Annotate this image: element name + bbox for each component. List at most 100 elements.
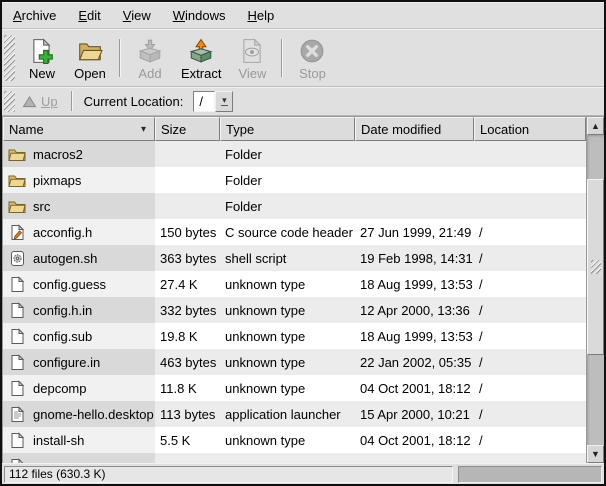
table-row[interactable]: srcFolder xyxy=(3,193,586,219)
menu-archive[interactable]: Archive xyxy=(2,4,67,27)
file-name: pixmaps xyxy=(33,173,81,188)
menu-edit[interactable]: Edit xyxy=(67,4,111,27)
vertical-scrollbar[interactable]: ▲ ▼ xyxy=(586,117,604,463)
view-file-icon xyxy=(239,38,265,64)
cell-size: 150 bytes xyxy=(155,219,220,245)
cell-type: unknown type xyxy=(220,427,355,453)
file-icon xyxy=(8,302,26,319)
chevron-down-icon: ▾ xyxy=(222,97,227,104)
cell-type: Folder xyxy=(220,167,355,193)
table-row[interactable]: autogen.sh363 bytesshell script19 Feb 19… xyxy=(3,245,586,271)
add-button: Add xyxy=(126,33,174,83)
cell-type: unknown type xyxy=(220,375,355,401)
cell-location xyxy=(474,193,586,219)
cell-date: 22 Jan 2002, 05:35 xyxy=(355,349,474,375)
scroll-up-button[interactable]: ▲ xyxy=(587,117,604,135)
column-header-name[interactable]: Name▾ xyxy=(3,117,155,141)
table-row[interactable]: depcomp11.8 Kunknown type04 Oct 2001, 18… xyxy=(3,375,586,401)
folder-icon xyxy=(8,198,26,215)
cell-type: shell script xyxy=(220,245,355,271)
scroll-down-button[interactable]: ▼ xyxy=(587,445,604,463)
file-name: configure.in xyxy=(33,355,100,370)
scrollbar-thumb[interactable] xyxy=(587,179,604,355)
cell-size xyxy=(155,141,220,167)
cell-name: gnome-hello.desktop xyxy=(3,401,155,427)
file-name: src xyxy=(33,199,50,214)
table-row-partial[interactable] xyxy=(3,453,586,463)
scrollbar-trough[interactable] xyxy=(587,135,604,445)
toolbar-button-label: View xyxy=(238,66,266,81)
table-row[interactable]: config.h.in332 bytesunknown type12 Apr 2… xyxy=(3,297,586,323)
cell-date: 04 Oct 2001, 18:12 xyxy=(355,427,474,453)
file-list-area: Name▾ Size Type Date modified Location macro… xyxy=(2,116,604,463)
cell-name: config.guess xyxy=(3,271,155,297)
table-row[interactable]: macros2 Folder xyxy=(3,141,586,167)
column-header-label: Date modified xyxy=(361,122,441,137)
table-row[interactable]: acconfig.h150 bytesC source code header2… xyxy=(3,219,586,245)
menu-view[interactable]: View xyxy=(112,4,162,27)
stop-button: Stop xyxy=(288,33,336,83)
toolbar-separator xyxy=(119,39,121,77)
cell-location: / xyxy=(474,375,586,401)
cell-type: unknown type xyxy=(220,349,355,375)
file-table: Name▾ Size Type Date modified Location macro… xyxy=(3,117,586,463)
location-bar: Up Current Location: / ▾ xyxy=(2,87,604,116)
table-row[interactable]: install-sh5.5 Kunknown type04 Oct 2001, … xyxy=(3,427,586,453)
cell-location: / xyxy=(474,401,586,427)
new-button[interactable]: New xyxy=(18,33,66,83)
cell-name: config.sub xyxy=(3,323,155,349)
toolbar-button-label: New xyxy=(29,66,55,81)
cell-name: src xyxy=(3,193,155,219)
cell-location: / xyxy=(474,271,586,297)
column-header-location[interactable]: Location xyxy=(474,117,586,141)
column-header-size[interactable]: Size xyxy=(155,117,220,141)
location-combo-value[interactable]: / xyxy=(193,91,215,112)
source-file-icon xyxy=(8,224,26,241)
file-name: depcomp xyxy=(33,381,86,396)
cell-location: / xyxy=(474,427,586,453)
location-combo[interactable]: / ▾ xyxy=(193,91,233,112)
menu-windows[interactable]: Windows xyxy=(162,4,237,27)
up-button[interactable]: Up xyxy=(18,92,66,111)
cell-size: 27.4 K xyxy=(155,271,220,297)
file-name: gnome-hello.desktop xyxy=(33,407,154,422)
column-header-date[interactable]: Date modified xyxy=(355,117,474,141)
cell-name: config.h.in xyxy=(3,297,155,323)
extract-button[interactable]: Extract xyxy=(174,33,228,83)
open-button[interactable]: Open xyxy=(66,33,114,83)
folder-icon xyxy=(8,172,26,189)
cell-type: unknown type xyxy=(220,297,355,323)
table-row[interactable]: gnome-hello.desktop113 bytesapplication … xyxy=(3,401,586,427)
menu-help[interactable]: Help xyxy=(236,4,285,27)
extract-icon xyxy=(188,38,214,64)
toolbar-button-label: Extract xyxy=(181,66,221,81)
sort-indicator-icon: ▾ xyxy=(141,124,149,135)
locationbar-drag-handle[interactable] xyxy=(4,91,15,112)
cell-name: acconfig.h xyxy=(3,219,155,245)
table-row[interactable]: config.sub19.8 Kunknown type18 Aug 1999,… xyxy=(3,323,586,349)
cell-size: 363 bytes xyxy=(155,245,220,271)
cell-date xyxy=(355,453,474,463)
file-name: macros2 xyxy=(33,147,83,162)
cell-date: 12 Apr 2000, 13:36 xyxy=(355,297,474,323)
cell-date: 19 Feb 1998, 14:31 xyxy=(355,245,474,271)
toolbar-drag-handle[interactable] xyxy=(4,35,15,81)
file-name: acconfig.h xyxy=(33,225,92,240)
cell-name: configure.in xyxy=(3,349,155,375)
cell-size xyxy=(155,167,220,193)
table-row[interactable]: pixmaps Folder xyxy=(3,167,586,193)
cell-location: / xyxy=(474,245,586,271)
cell-type: Folder xyxy=(220,141,355,167)
current-location-label: Current Location: xyxy=(84,94,184,109)
table-row[interactable]: config.guess27.4 Kunknown type18 Aug 199… xyxy=(3,271,586,297)
column-header-label: Size xyxy=(161,122,186,137)
column-header-type[interactable]: Type xyxy=(220,117,355,141)
combo-dropdown-button[interactable]: ▾ xyxy=(215,91,233,112)
cell-location xyxy=(474,141,586,167)
cell-size: 463 bytes xyxy=(155,349,220,375)
new-archive-icon xyxy=(29,38,55,64)
open-folder-icon xyxy=(77,38,103,64)
table-row[interactable]: configure.in 463 bytesunknown type22 Jan … xyxy=(3,349,586,375)
file-name: config.sub xyxy=(33,329,92,344)
file-icon xyxy=(8,380,26,397)
